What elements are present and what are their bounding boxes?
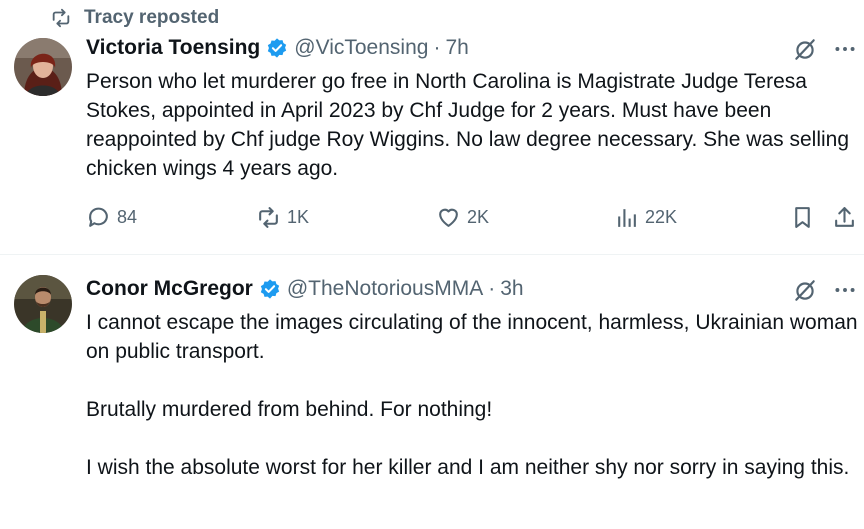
- author-name[interactable]: Victoria Toensing: [86, 36, 260, 60]
- grok-icon[interactable]: [792, 277, 818, 303]
- more-icon[interactable]: [832, 36, 858, 62]
- share-button[interactable]: [832, 205, 857, 235]
- tweet-paragraph: Brutally murdered from behind. For nothi…: [86, 398, 493, 421]
- separator-dot: ·: [433, 36, 441, 59]
- tweet-paragraph: Person who let murderer go free in North…: [86, 70, 850, 180]
- author-handle[interactable]: @VicToensing: [294, 36, 428, 60]
- repost-icon: [259, 207, 278, 228]
- share-icon: [835, 207, 854, 227]
- repost-count: 1K: [287, 207, 310, 227]
- timestamp[interactable]: 7h: [445, 36, 468, 60]
- repost-icon: [52, 8, 70, 28]
- like-count: 2K: [467, 207, 490, 227]
- timestamp[interactable]: 3h: [500, 277, 523, 301]
- grok-icon[interactable]: [792, 36, 818, 62]
- tweet-actions: 84 1K 2K 22K: [86, 205, 864, 235]
- verified-badge-icon: [268, 38, 287, 58]
- author-name[interactable]: Conor McGregor: [86, 277, 253, 301]
- tweet-paragraph: I wish the absolute worst for her killer…: [86, 456, 850, 479]
- avatar[interactable]: [14, 275, 72, 333]
- tweet-header: Conor McGregor @TheNotoriousMMA · 3h: [86, 275, 864, 303]
- avatar[interactable]: [14, 38, 72, 96]
- reply-button[interactable]: 84: [86, 205, 137, 230]
- tweet-divider: [0, 254, 864, 255]
- author-handle[interactable]: @TheNotoriousMMA: [287, 277, 483, 301]
- reply-icon: [89, 207, 108, 227]
- tweet-text: Person who let murderer go free in North…: [86, 67, 861, 183]
- separator-dot: ·: [488, 277, 496, 300]
- more-icon[interactable]: [832, 277, 858, 303]
- views-button[interactable]: 22K: [614, 205, 677, 230]
- tweet-paragraph: I cannot escape the images circulating o…: [86, 311, 858, 363]
- bookmark-icon: [795, 207, 810, 228]
- views-icon: [618, 209, 636, 227]
- reply-count: 84: [117, 207, 138, 227]
- tweet-header: Victoria Toensing @VicToensing · 7h: [86, 34, 864, 62]
- repost-indicator[interactable]: Tracy reposted: [50, 6, 219, 30]
- bookmark-button[interactable]: [790, 205, 815, 235]
- verified-badge-icon: [260, 279, 280, 299]
- tweet-conor-mcgregor[interactable]: Conor McGregor @TheNotoriousMMA · 3h I c…: [0, 275, 864, 529]
- like-button[interactable]: 2K: [436, 205, 489, 230]
- tweet-victoria-toensing[interactable]: Victoria Toensing @VicToensing · 7h Pers…: [0, 34, 864, 239]
- heart-icon: [439, 208, 458, 227]
- views-count: 22K: [645, 207, 678, 227]
- repost-button[interactable]: 1K: [256, 205, 309, 230]
- tweet-text: I cannot escape the images circulating o…: [86, 308, 861, 482]
- repost-label: Tracy reposted: [84, 7, 220, 28]
